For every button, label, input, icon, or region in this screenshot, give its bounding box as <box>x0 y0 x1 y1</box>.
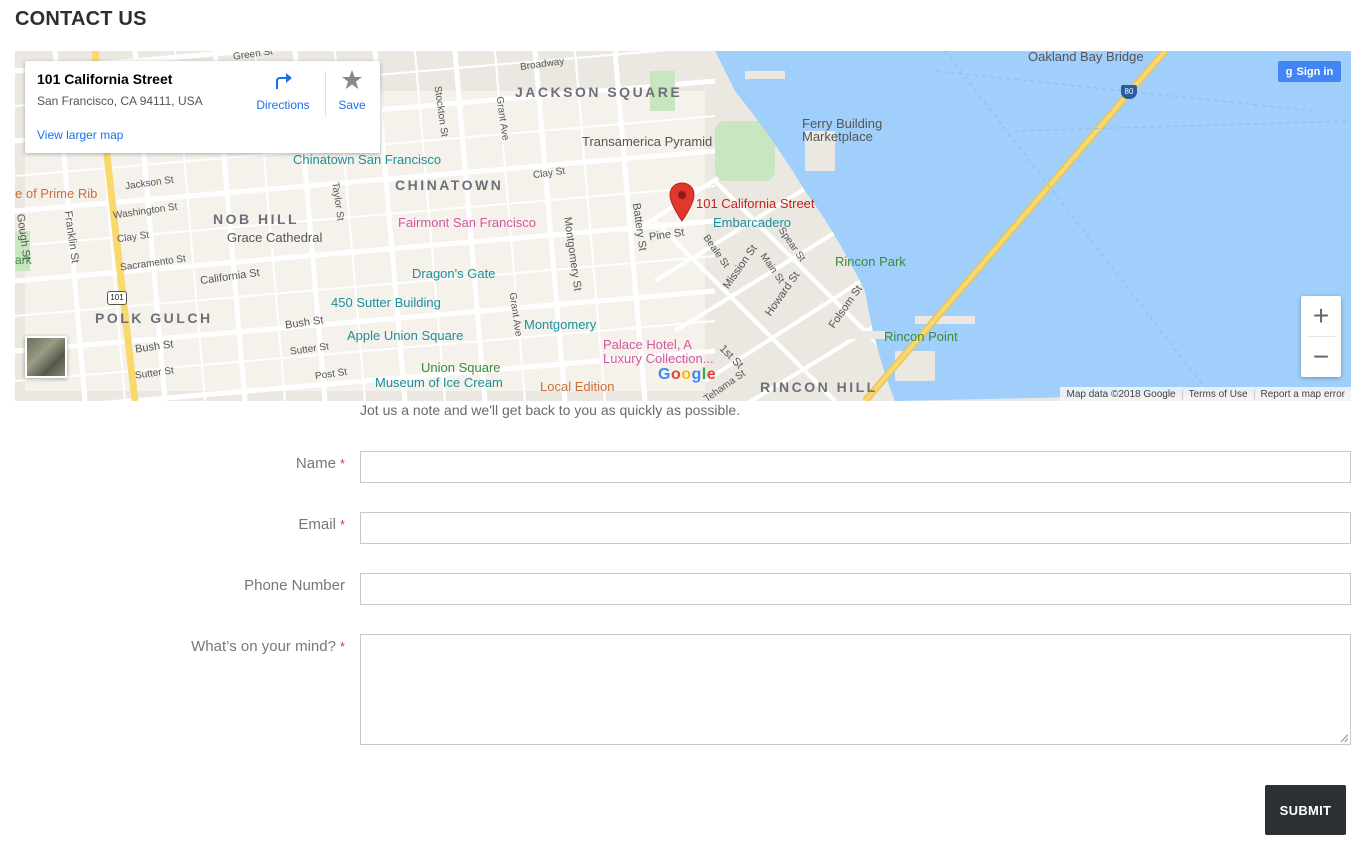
email-field[interactable] <box>360 512 1351 544</box>
required-mark: * <box>339 639 345 654</box>
i80-shield: 80 <box>1121 85 1137 99</box>
place-label[interactable]: Rincon Point <box>884 329 958 344</box>
embedded-map[interactable]: JACKSON SQUARE CHINATOWN NOB HILL POLK G… <box>15 51 1351 401</box>
card-divider <box>325 71 326 117</box>
directions-label: Directions <box>256 98 310 112</box>
district-label: RINCON HILL <box>760 379 878 395</box>
terms-of-use-link[interactable]: Terms of Use <box>1181 388 1254 400</box>
us101-shield: 101 <box>107 291 127 305</box>
place-label[interactable]: Ferry Building Marketplace <box>802 117 902 143</box>
zoom-out-button[interactable]: − <box>1301 337 1341 377</box>
message-label: What’s on your mind? * <box>15 638 345 655</box>
required-mark: * <box>339 517 345 532</box>
directions-icon <box>276 73 292 89</box>
place-label[interactable]: Grace Cathedral <box>227 230 322 245</box>
place-label[interactable]: Rincon Park <box>835 254 906 269</box>
phone-label: Phone Number <box>15 577 345 594</box>
name-label-text: Name <box>295 455 336 472</box>
map-attribution: Map data ©2018 Google Terms of Use Repor… <box>1060 387 1351 401</box>
place-label[interactable]: Union Square <box>421 360 501 375</box>
place-info-card: 101 California Street San Francisco, CA … <box>25 61 380 153</box>
place-label[interactable]: Museum of Ice Cream <box>375 375 503 390</box>
district-label: POLK GULCH <box>95 310 213 326</box>
message-label-text: What’s on your mind? <box>191 638 336 655</box>
place-title: 101 California Street <box>37 71 173 87</box>
google-logo: Google <box>658 366 717 383</box>
google-g-icon: g <box>1285 65 1293 78</box>
street-label: ark <box>15 253 32 267</box>
sign-in-button[interactable]: g Sign in <box>1278 61 1341 82</box>
place-address: San Francisco, CA 94111, USA <box>37 94 203 108</box>
place-label[interactable]: Transamerica Pyramid <box>582 134 712 149</box>
place-label[interactable]: Apple Union Square <box>347 328 463 343</box>
place-label[interactable]: Local Edition <box>540 379 614 394</box>
email-label: Email * <box>15 516 345 533</box>
report-map-error-link[interactable]: Report a map error <box>1253 388 1351 400</box>
place-label[interactable]: Oakland Bay Bridge <box>1028 51 1144 64</box>
message-textarea[interactable] <box>360 634 1351 745</box>
name-field[interactable] <box>360 451 1351 483</box>
place-label[interactable]: e of Prime Rib <box>15 186 97 201</box>
place-label[interactable]: Fairmont San Francisco <box>398 215 536 230</box>
submit-button[interactable]: SUBMIT <box>1265 785 1346 835</box>
phone-field[interactable] <box>360 573 1351 605</box>
location-pin-icon[interactable] <box>669 182 695 222</box>
place-label[interactable]: Dragon's Gate <box>412 266 495 281</box>
resize-handle-icon[interactable] <box>1340 734 1348 742</box>
place-label[interactable]: 450 Sutter Building <box>331 295 441 310</box>
map-data-text: Map data ©2018 Google <box>1066 388 1176 400</box>
form-intro: Jot us a note and we'll get back to you … <box>360 402 741 418</box>
zoom-in-button[interactable]: + <box>1301 296 1341 336</box>
district-label: NOB HILL <box>213 211 300 227</box>
place-label[interactable]: Chinatown San Francisco <box>293 152 441 167</box>
sign-in-label: Sign in <box>1296 65 1334 78</box>
district-label: JACKSON SQUARE <box>515 84 683 100</box>
zoom-control: + − <box>1301 296 1341 377</box>
save-label: Save <box>338 98 366 112</box>
phone-label-text: Phone Number <box>244 577 345 594</box>
directions-button[interactable]: Directions <box>251 69 315 112</box>
star-icon <box>342 70 362 89</box>
pin-label: 101 California Street <box>696 196 815 211</box>
district-label: CHINATOWN <box>395 177 504 193</box>
email-label-text: Email <box>298 516 336 533</box>
save-button[interactable]: Save <box>331 69 373 112</box>
name-label: Name * <box>15 455 345 472</box>
place-label[interactable]: Montgomery <box>524 317 596 332</box>
required-mark: * <box>339 456 345 471</box>
page-title: CONTACT US <box>15 8 147 30</box>
place-label[interactable]: Palace Hotel, A Luxury Collection... <box>603 338 718 366</box>
satellite-toggle[interactable] <box>25 336 67 378</box>
view-larger-map-link[interactable]: View larger map <box>37 128 123 142</box>
